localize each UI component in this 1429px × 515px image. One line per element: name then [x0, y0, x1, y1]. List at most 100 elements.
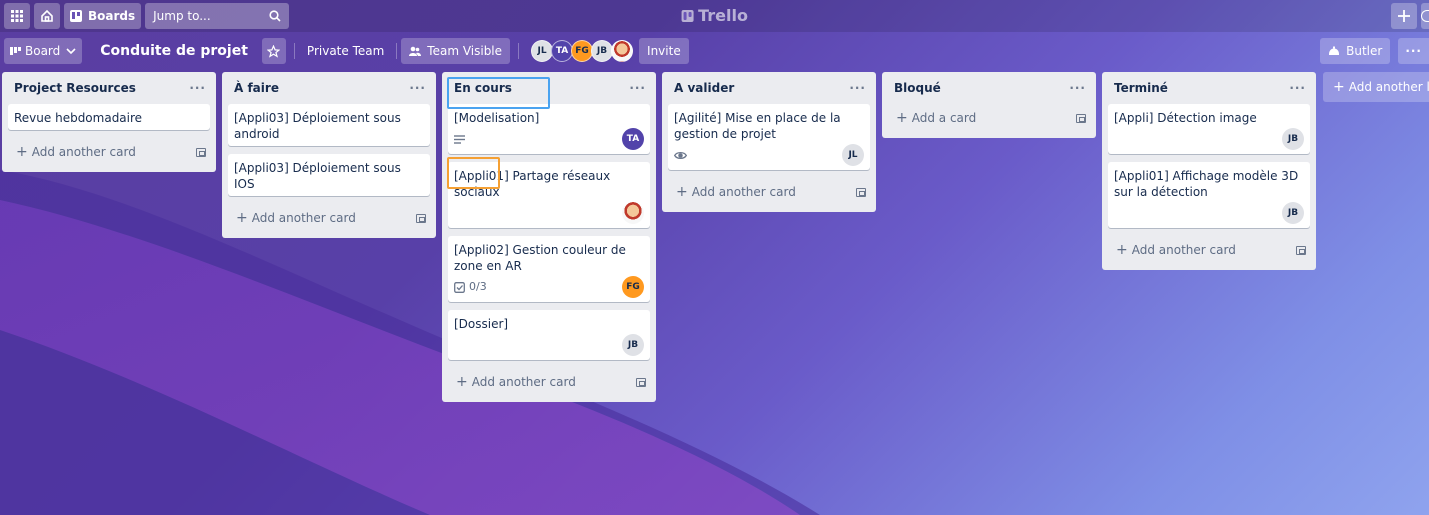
card-template-icon[interactable] — [636, 377, 646, 387]
card[interactable]: [Modelisation] TA — [448, 104, 650, 154]
board-view-icon — [10, 47, 21, 55]
add-card-button[interactable]: + Add another card — [228, 204, 430, 232]
member-avatar[interactable]: FG — [571, 40, 594, 62]
list-menu-icon[interactable]: ··· — [189, 81, 206, 95]
card-template-icon[interactable] — [416, 213, 426, 223]
card-footer: JB — [1114, 128, 1304, 150]
add-list-label: Add another list — [1348, 80, 1429, 94]
card-footer — [454, 202, 644, 224]
info-icon — [1421, 10, 1429, 22]
card-member-avatar[interactable]: JB — [1282, 128, 1304, 150]
card-member-photo-avatar[interactable] — [622, 202, 644, 224]
butler-label: Butler — [1346, 44, 1383, 58]
card[interactable]: [Appli01] Affichage modèle 3D sur la dét… — [1108, 162, 1310, 228]
card-footer: JL — [674, 144, 864, 166]
card[interactable]: [Agilité] Mise en place de la gestion de… — [668, 104, 870, 170]
chevron-down-icon — [66, 48, 76, 55]
top-bar: Boards Jump to... Trello — [0, 0, 1429, 32]
member-avatar[interactable]: JB — [591, 40, 614, 62]
header-divider — [293, 43, 295, 59]
card-member-avatar[interactable]: TA — [622, 128, 644, 150]
list-menu-icon[interactable]: ··· — [629, 81, 646, 95]
boards-label: Boards — [88, 9, 136, 23]
card-footer: 0/3 FG — [454, 276, 644, 298]
card-title: [Appli01] Affichage modèle 3D sur la dét… — [1114, 169, 1299, 199]
add-card-label: Add another card — [251, 211, 356, 225]
card-member-avatar[interactable]: JL — [842, 144, 864, 166]
card[interactable]: Revue hebdomadaire — [8, 104, 210, 130]
list-a-faire: À faire ··· [Appli03] Déploiement sous a… — [222, 72, 436, 238]
board-view-switcher[interactable]: Board — [4, 38, 83, 64]
plus-icon: + — [456, 374, 468, 390]
card[interactable]: [Dossier] JB — [448, 310, 650, 360]
card-template-icon[interactable] — [1076, 113, 1086, 123]
list-header[interactable]: A valider ··· — [668, 72, 870, 104]
list-title[interactable]: Terminé — [1114, 81, 1168, 95]
card-footer: JB — [454, 334, 644, 356]
card[interactable]: [Appli] Détection image JB — [1108, 104, 1310, 154]
card-member-avatar[interactable]: JB — [622, 334, 644, 356]
butler-button[interactable]: Butler — [1320, 38, 1391, 64]
invite-button[interactable]: Invite — [639, 38, 689, 64]
card-title: [Agilité] Mise en place de la gestion de… — [674, 111, 841, 141]
visibility-button[interactable]: Team Visible — [401, 38, 511, 64]
list-header[interactable]: Terminé ··· — [1108, 72, 1310, 104]
card-template-icon[interactable] — [196, 147, 206, 157]
list-termine: Terminé ··· [Appli] Détection image JB [… — [1102, 72, 1316, 270]
list-menu-icon[interactable]: ··· — [1069, 81, 1086, 95]
star-button[interactable] — [261, 38, 286, 64]
card-template-icon[interactable] — [1296, 245, 1306, 255]
highlight-box-orange — [447, 157, 500, 189]
add-card-button[interactable]: + Add another card — [668, 178, 870, 206]
more-icon: ··· — [1405, 44, 1422, 58]
card-member-avatar[interactable]: JB — [1282, 202, 1304, 224]
member-avatar[interactable]: JL — [531, 40, 554, 62]
add-card-button[interactable]: + Add another card — [448, 368, 650, 396]
card-member-avatar[interactable]: FG — [622, 276, 644, 298]
watch-eye-icon — [674, 151, 687, 159]
show-menu-button[interactable]: ··· — [1398, 38, 1429, 64]
list-menu-icon[interactable]: ··· — [849, 81, 866, 95]
card[interactable]: [Appli03] Déploiement sous IOS — [228, 154, 430, 196]
list-menu-icon[interactable]: ··· — [409, 81, 426, 95]
list-a-valider: A valider ··· [Agilité] Mise en place de… — [662, 72, 876, 212]
plus-icon: + — [676, 184, 688, 200]
card[interactable]: [Appli03] Déploiement sous android — [228, 104, 430, 146]
grid-icon — [11, 10, 23, 22]
checklist-icon — [454, 281, 465, 293]
list-title[interactable]: Project Resources — [14, 81, 136, 95]
list-header[interactable]: Bloqué ··· — [888, 72, 1090, 104]
card-template-icon[interactable] — [856, 187, 866, 197]
member-avatar[interactable]: TA — [551, 40, 574, 62]
search-input[interactable]: Jump to... — [145, 3, 290, 29]
list-menu-icon[interactable]: ··· — [1289, 81, 1306, 95]
header-divider — [396, 43, 398, 59]
trello-logo[interactable]: Trello — [681, 6, 748, 25]
home-button[interactable] — [34, 3, 60, 29]
add-list-button[interactable]: + Add another list — [1323, 72, 1429, 102]
boards-button[interactable]: Boards — [64, 3, 142, 29]
search-icon — [269, 10, 281, 22]
list-title[interactable]: À faire — [234, 81, 279, 95]
add-card-button[interactable]: + Add a card — [888, 104, 1090, 132]
list-title[interactable]: Bloqué — [894, 81, 941, 95]
add-card-button[interactable]: + Add another card — [1108, 236, 1310, 264]
search-placeholder: Jump to... — [153, 9, 211, 23]
card[interactable]: [Appli02] Gestion couleur de zone en AR … — [448, 236, 650, 302]
add-card-button[interactable]: + Add another card — [8, 138, 210, 166]
team-button[interactable]: Private Team — [299, 38, 392, 64]
list-title[interactable]: A valider — [674, 81, 734, 95]
member-photo-avatar[interactable] — [611, 40, 634, 62]
plus-icon: + — [16, 144, 28, 160]
add-card-label: Add a card — [911, 111, 977, 125]
apps-button[interactable] — [4, 3, 30, 29]
board-title[interactable]: Conduite de projet — [90, 43, 258, 59]
list-header[interactable]: Project Resources ··· — [8, 72, 210, 104]
header-divider — [518, 43, 520, 59]
info-button[interactable] — [1421, 3, 1429, 29]
list-header[interactable]: À faire ··· — [228, 72, 430, 104]
board-members: JL TA FG JB — [531, 40, 634, 62]
star-icon — [267, 44, 281, 58]
card-title: [Appli03] Déploiement sous android — [234, 111, 401, 141]
create-button[interactable] — [1391, 3, 1417, 29]
